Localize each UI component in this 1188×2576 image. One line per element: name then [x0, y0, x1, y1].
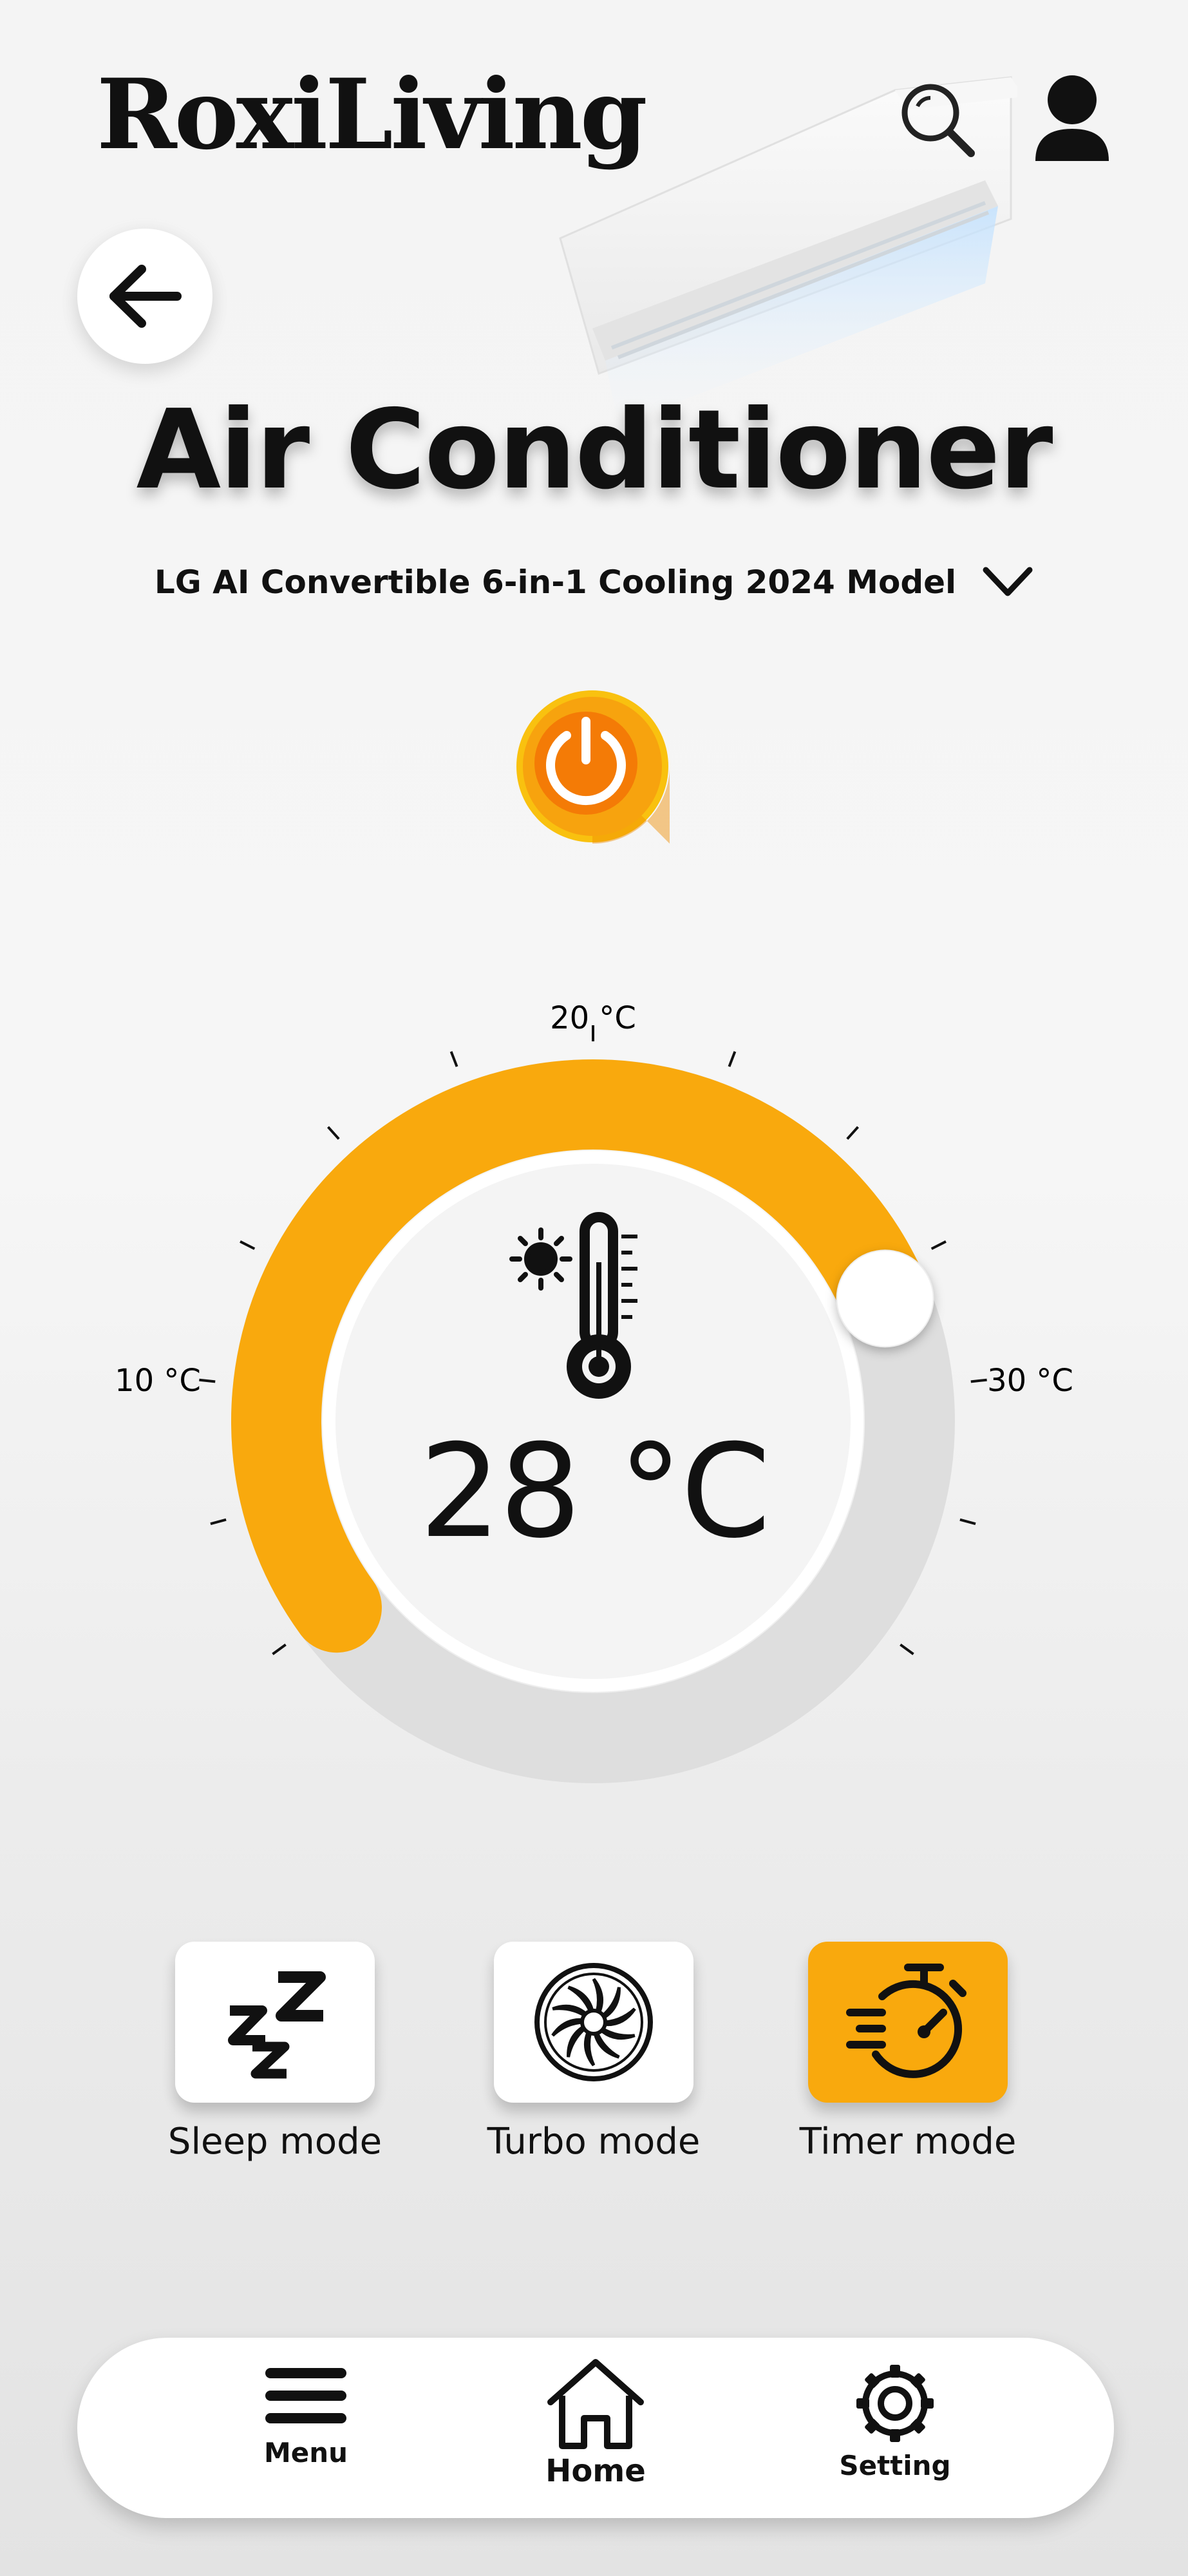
back-button[interactable]: [77, 229, 212, 364]
search-button[interactable]: [895, 77, 979, 161]
dial-tick: [272, 1643, 287, 1656]
timer-mode-label: Timer mode: [799, 2121, 1017, 2163]
dial-tick: [199, 1378, 216, 1383]
sleep-zzz-icon: [228, 1971, 326, 2079]
nav-home[interactable]: Home: [525, 2357, 666, 2489]
search-icon: [901, 84, 975, 157]
nav-menu-label: Menu: [263, 2437, 348, 2468]
brand-logo: RoxiLiving: [97, 58, 648, 171]
timer-mode-tile[interactable]: [808, 1942, 1008, 2103]
arrow-left-icon: [109, 265, 182, 328]
model-name: LG AI Convertible 6-in-1 Cooling 2024 Mo…: [154, 564, 957, 601]
power-icon: [516, 690, 670, 844]
stopwatch-icon: [846, 1964, 966, 2078]
tick-label-30: 30 °C: [987, 1363, 1073, 1399]
turbo-mode-label: Turbo mode: [487, 2121, 701, 2163]
menu-icon: [265, 2368, 346, 2423]
nav-home-label: Home: [545, 2453, 646, 2489]
turbo-fan-icon: [534, 1963, 653, 2081]
user-icon: [1035, 75, 1109, 161]
dial-tick: [900, 1643, 914, 1656]
nav-setting-label: Setting: [839, 2450, 951, 2481]
sleep-mode-button[interactable]: Sleep mode: [168, 1942, 382, 2163]
model-selector[interactable]: LG AI Convertible 6-in-1 Cooling 2024 Mo…: [0, 564, 1188, 601]
dial-knob[interactable]: [836, 1249, 934, 1348]
sleep-mode-tile[interactable]: [175, 1942, 375, 2103]
power-button[interactable]: [515, 689, 670, 844]
thermometer-sun-icon: [502, 1198, 670, 1413]
gear-icon: [856, 2365, 934, 2442]
dial-tick: [326, 1126, 340, 1140]
dial-tick: [728, 1051, 737, 1067]
nav-menu[interactable]: Menu: [235, 2363, 377, 2468]
turbo-mode-button[interactable]: Turbo mode: [487, 1942, 700, 2163]
tick-label-10: 10 °C: [115, 1363, 201, 1399]
dial-tick: [970, 1378, 987, 1383]
chevron-down-icon: [983, 567, 1033, 596]
tick-label-20: 20 °C: [550, 1000, 636, 1036]
user-profile-button[interactable]: [1030, 71, 1114, 167]
bottom-navigation: Menu Home Setting: [77, 2338, 1114, 2518]
dial-tick: [449, 1051, 458, 1067]
dial-tick: [846, 1126, 860, 1140]
home-icon: [547, 2359, 644, 2449]
sleep-mode-label: Sleep mode: [167, 2121, 382, 2163]
dial-tick: [930, 1240, 947, 1250]
nav-setting[interactable]: Setting: [824, 2363, 966, 2481]
turbo-mode-tile[interactable]: [494, 1942, 693, 2103]
timer-mode-button[interactable]: Timer mode: [800, 1942, 1016, 2163]
page-title: Air Conditioner: [136, 386, 1053, 514]
dial-tick: [240, 1240, 256, 1250]
current-temperature: 28 °C: [419, 1417, 771, 1567]
